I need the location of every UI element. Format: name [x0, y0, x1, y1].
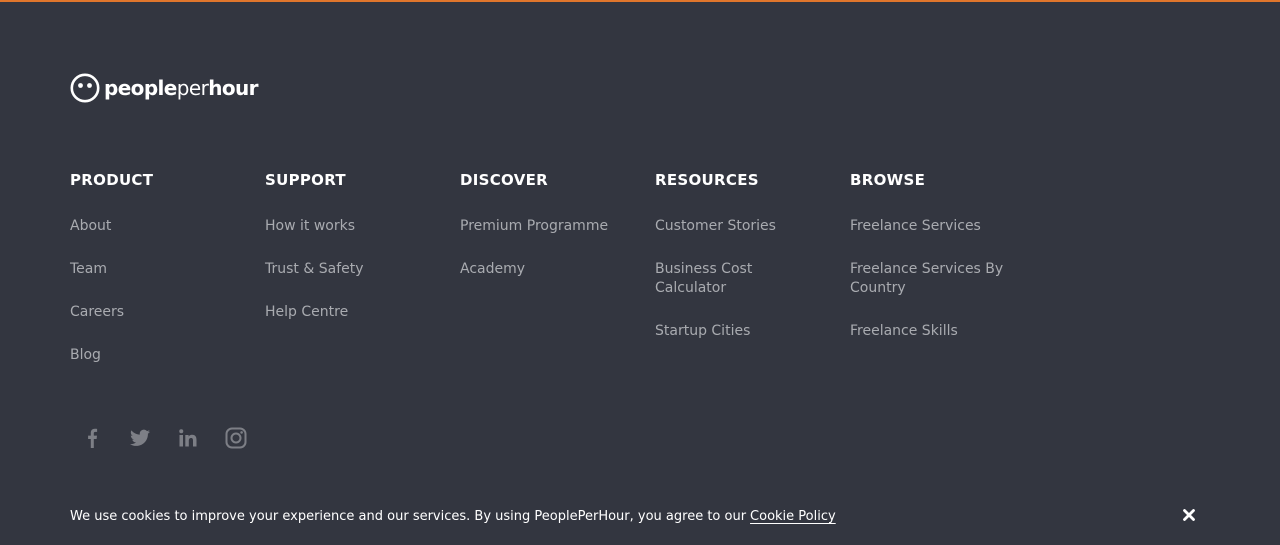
- smiley-logo-icon: [70, 73, 100, 103]
- cookie-message-text: We use cookies to improve your experienc…: [70, 509, 747, 524]
- column-heading: PRODUCT: [70, 171, 154, 189]
- cookie-policy-link[interactable]: Cookie Policy: [750, 509, 836, 524]
- top-accent-border: [0, 0, 1280, 2]
- column-heading: RESOURCES: [655, 171, 759, 189]
- close-icon[interactable]: [1180, 506, 1198, 524]
- footer-column-discover: DISCOVER Premium Programme Academy: [460, 170, 655, 389]
- footer-link-careers[interactable]: Careers: [70, 303, 235, 322]
- column-heading: BROWSE: [850, 171, 926, 189]
- footer-link-freelance-skills[interactable]: Freelance Skills: [850, 322, 1015, 341]
- twitter-icon[interactable]: [128, 426, 152, 450]
- footer-link-freelance-services-by-country[interactable]: Freelance Services By Country: [850, 260, 1015, 298]
- instagram-icon[interactable]: [224, 426, 248, 450]
- footer-link-business-cost-calculator[interactable]: Business Cost Calculator: [655, 260, 820, 298]
- footer-link-blog[interactable]: Blog: [70, 346, 235, 365]
- cookie-banner: We use cookies to improve your experienc…: [0, 500, 1280, 545]
- footer-link-startup-cities[interactable]: Startup Cities: [655, 322, 820, 341]
- peopleperhour-logo[interactable]: peopleperhour: [70, 72, 258, 104]
- column-heading: DISCOVER: [460, 171, 548, 189]
- footer-column-product: PRODUCT About Team Careers Blog: [70, 170, 265, 389]
- social-links: [80, 426, 272, 450]
- footer-link-customer-stories[interactable]: Customer Stories: [655, 217, 820, 236]
- footer-link-premium-programme[interactable]: Premium Programme: [460, 217, 625, 236]
- footer-link-columns: PRODUCT About Team Careers Blog SUPPORT …: [70, 170, 1045, 389]
- column-heading: SUPPORT: [265, 171, 346, 189]
- footer-link-how-it-works[interactable]: How it works: [265, 217, 430, 236]
- cookie-message: We use cookies to improve your experienc…: [70, 509, 836, 524]
- footer-column-support: SUPPORT How it works Trust & Safety Help…: [265, 170, 460, 389]
- footer-link-about[interactable]: About: [70, 217, 235, 236]
- footer-column-browse: BROWSE Freelance Services Freelance Serv…: [850, 170, 1045, 389]
- logo-wordmark: peopleperhour: [104, 76, 258, 100]
- footer-link-help-centre[interactable]: Help Centre: [265, 303, 430, 322]
- footer-link-team[interactable]: Team: [70, 260, 235, 279]
- footer-link-trust-safety[interactable]: Trust & Safety: [265, 260, 430, 279]
- facebook-icon[interactable]: [80, 426, 104, 450]
- linkedin-icon[interactable]: [176, 426, 200, 450]
- footer-link-freelance-services[interactable]: Freelance Services: [850, 217, 1015, 236]
- footer-link-academy[interactable]: Academy: [460, 260, 625, 279]
- footer-column-resources: RESOURCES Customer Stories Business Cost…: [655, 170, 850, 389]
